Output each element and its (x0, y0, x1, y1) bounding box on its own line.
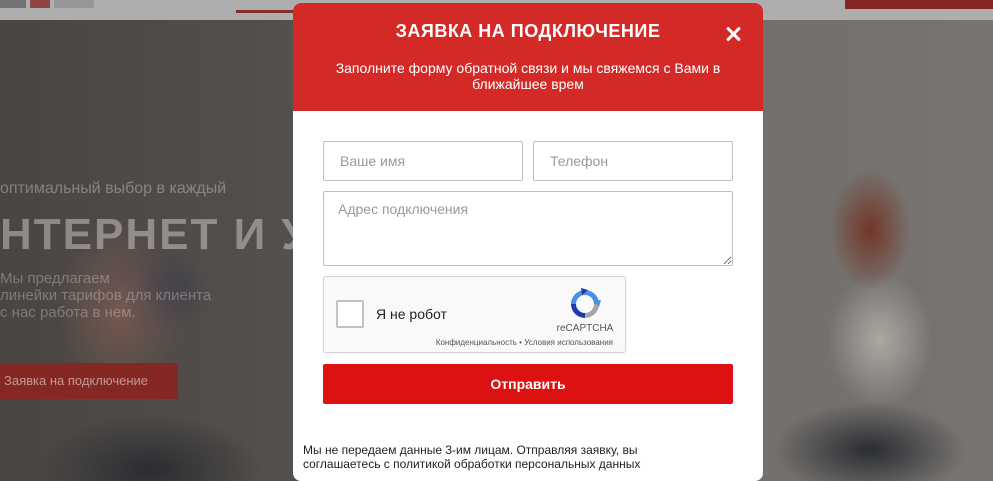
recaptcha-label: Я не робот (376, 306, 447, 322)
address-textarea[interactable] (323, 191, 733, 266)
modal-title: ЗАЯВКА НА ПОДКЛЮЧЕНИЕ (395, 21, 661, 41)
close-icon[interactable] (723, 24, 743, 44)
request-modal: ЗАЯВКА НА ПОДКЛЮЧЕНИЕ Заполните форму об… (293, 3, 763, 481)
modal-header: ЗАЯВКА НА ПОДКЛЮЧЕНИЕ Заполните форму об… (293, 3, 763, 111)
recaptcha-widget: Я не робот reCAPTCHA Конфиденциальность … (323, 276, 626, 353)
recaptcha-brand: reCAPTCHA (556, 323, 614, 334)
submit-button[interactable]: Отправить (323, 364, 733, 404)
privacy-disclaimer: Мы не передаем данные 3-им лицам. Отправ… (303, 443, 641, 471)
name-input[interactable] (323, 141, 523, 181)
modal-subtitle: Заполните форму обратной связи и мы свяж… (335, 60, 721, 92)
recaptcha-checkbox[interactable] (336, 300, 364, 328)
phone-input[interactable] (533, 141, 733, 181)
recaptcha-icon (571, 288, 601, 318)
recaptcha-links[interactable]: Конфиденциальность • Условия использован… (324, 338, 613, 347)
